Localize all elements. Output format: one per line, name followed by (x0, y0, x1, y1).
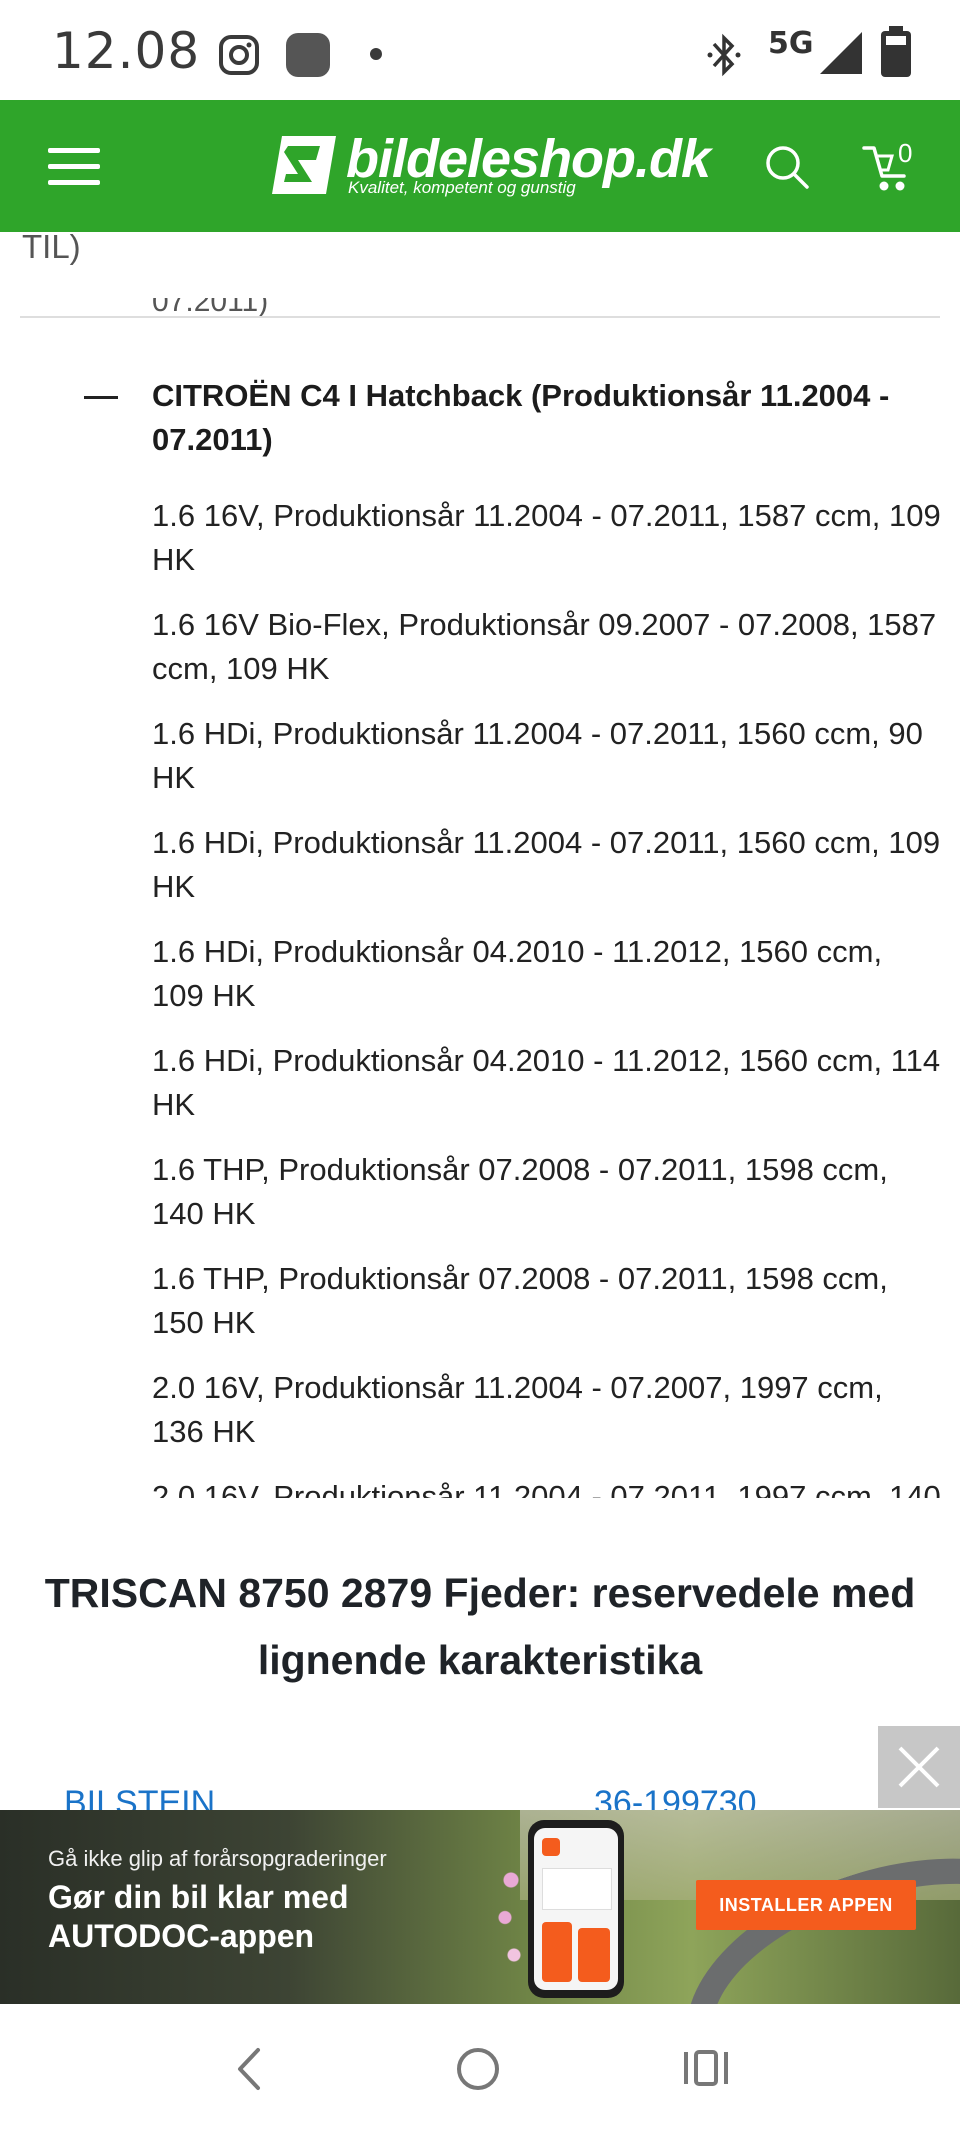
cart-count: 0 (898, 138, 913, 168)
status-time: 12.08 (52, 22, 201, 80)
flowers-illustration (496, 1850, 526, 2000)
logo-mark-icon (272, 136, 336, 194)
variant-item[interactable]: 1.6 THP, Produktionsår 07.2008 - 07.2011… (152, 1148, 942, 1236)
dot-icon (370, 48, 382, 60)
instagram-icon (219, 35, 259, 75)
search-icon[interactable] (762, 142, 812, 192)
home-icon[interactable] (456, 2047, 500, 2091)
truncated-line: 07.2011) (152, 298, 269, 318)
banner-headline: Gør din bil klar med AUTODOC-appen (48, 1879, 349, 1954)
variant-item[interactable]: 1.6 HDi, Produktionsår 04.2010 - 11.2012… (152, 930, 942, 1018)
variant-item[interactable]: 1.6 16V, Produktionsår 11.2004 - 07.2011… (152, 494, 942, 582)
recent-apps-icon[interactable] (682, 2048, 730, 2088)
network-type: 5G (768, 26, 814, 61)
signal-icon (820, 32, 862, 74)
app-promo-banner[interactable]: Gå ikke glip af forårsopgraderinger Gør … (0, 1810, 960, 2004)
collapse-icon[interactable] (84, 396, 118, 399)
variant-item[interactable]: 2.0 16V, Produktionsår 11.2004 - 07.2011… (152, 1475, 942, 1498)
status-bar: 12.08 5G (0, 0, 960, 100)
section-title: TRISCAN 8750 2879 Fjeder: reservedele me… (44, 1570, 916, 1683)
truncated-text: TIL) (22, 228, 81, 265)
menu-icon[interactable] (48, 148, 100, 185)
divider (20, 316, 940, 318)
variant-list: 1.6 16V, Produktionsår 11.2004 - 07.2011… (152, 494, 942, 1498)
close-icon (898, 1746, 940, 1788)
variant-item[interactable]: 1.6 HDi, Produktionsår 11.2004 - 07.2011… (152, 712, 942, 800)
app-icon (286, 33, 330, 77)
variant-item[interactable]: 1.6 16V Bio-Flex, Produktionsår 09.2007 … (152, 603, 942, 691)
install-app-button[interactable]: INSTALLER APPEN (696, 1880, 916, 1930)
partial-product-row[interactable]: BILSTEIN 36-199730 (64, 1784, 804, 1810)
variant-item[interactable]: 1.6 HDi, Produktionsår 11.2004 - 07.2011… (152, 821, 942, 909)
close-banner-button[interactable] (878, 1726, 960, 1808)
variant-item[interactable]: 1.6 HDi, Produktionsår 04.2010 - 11.2012… (152, 1039, 942, 1127)
bluetooth-icon (707, 33, 741, 77)
back-icon[interactable] (234, 2046, 264, 2092)
site-logo[interactable]: bildeleshop.dk Kvalitet, kompetent og gu… (268, 128, 711, 208)
logo-tagline: Kvalitet, kompetent og gunstig (348, 178, 576, 197)
product-brand-link[interactable]: BILSTEIN (64, 1784, 215, 1810)
cart-icon[interactable] (862, 140, 922, 196)
model-title[interactable]: CITROËN C4 I Hatchback (Produktionsår 11… (152, 374, 942, 462)
variant-item[interactable]: 2.0 16V, Produktionsår 11.2004 - 07.2007… (152, 1366, 942, 1454)
phone-illustration (528, 1820, 624, 1998)
banner-subtitle: Gå ikke glip af forårsopgraderinger (48, 1846, 387, 1871)
variant-item[interactable]: 1.6 THP, Produktionsår 07.2008 - 07.2011… (152, 1257, 942, 1345)
product-number-link[interactable]: 36-199730 (594, 1784, 757, 1810)
battery-icon (881, 26, 911, 77)
